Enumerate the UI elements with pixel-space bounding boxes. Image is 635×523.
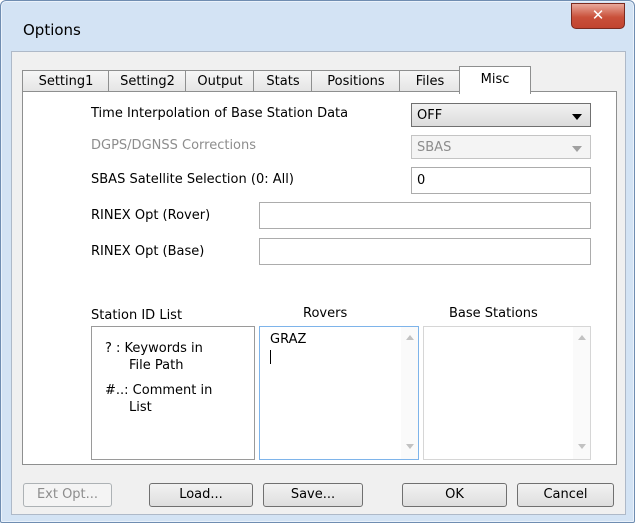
help-line1b: File Path	[129, 358, 184, 373]
tab-output[interactable]: Output	[185, 70, 255, 92]
tab-misc[interactable]: Misc	[459, 66, 531, 94]
time-interp-label: Time Interpolation of Base Station Data	[91, 106, 349, 121]
rinex-rover-label: RINEX Opt (Rover)	[91, 208, 211, 223]
tab-stats[interactable]: Stats	[253, 70, 313, 92]
tab-setting2[interactable]: Setting2	[108, 70, 187, 92]
scroll-down-icon[interactable]	[406, 444, 414, 449]
text-caret	[270, 350, 271, 364]
tab-positions[interactable]: Positions	[311, 70, 401, 92]
help-line2a: #..: Comment in	[105, 383, 213, 398]
title-bar[interactable]: Options ✕	[1, 1, 634, 51]
rovers-text: GRAZ	[270, 332, 307, 347]
rovers-label: Rovers	[303, 306, 348, 321]
dgps-select: SBAS	[411, 135, 591, 159]
rovers-textarea[interactable]: GRAZ	[259, 326, 419, 460]
scroll-down-icon[interactable]	[578, 444, 586, 449]
tab-setting1[interactable]: Setting1	[22, 70, 110, 92]
chevron-down-icon	[572, 146, 582, 152]
chevron-down-icon	[572, 114, 582, 120]
rinex-rover-input[interactable]	[259, 202, 591, 229]
sbas-label: SBAS Satellite Selection (0: All)	[91, 172, 294, 187]
help-line1a: ? : Keywords in	[105, 341, 203, 356]
time-interp-select[interactable]: OFF	[411, 103, 591, 127]
scroll-up-icon[interactable]	[578, 335, 586, 340]
help-line2b: List	[129, 400, 152, 415]
load-button[interactable]: Load...	[149, 483, 253, 507]
window-title: Options	[23, 21, 81, 39]
options-window: Options ✕ Setting1 Setting2 Output Stats…	[0, 0, 635, 523]
base-stations-label: Base Stations	[449, 306, 538, 321]
rovers-scrollbar[interactable]	[401, 327, 418, 459]
base-scrollbar[interactable]	[573, 327, 590, 459]
close-icon: ✕	[591, 6, 605, 24]
station-help-box: ? : Keywords in File Path #..: Comment i…	[91, 326, 255, 460]
save-button[interactable]: Save...	[263, 483, 363, 507]
dialog-client: Setting1 Setting2 Output Stats Positions…	[11, 51, 626, 515]
tab-files[interactable]: Files	[399, 70, 461, 92]
dgps-label: DGPS/DGNSS Corrections	[91, 138, 257, 153]
cancel-button[interactable]: Cancel	[517, 483, 614, 507]
ok-button[interactable]: OK	[402, 483, 507, 507]
close-button[interactable]: ✕	[571, 3, 625, 29]
ext-opt-button: Ext Opt...	[23, 483, 112, 507]
sbas-input[interactable]: 0	[411, 167, 591, 194]
rinex-base-input[interactable]	[259, 238, 591, 265]
rinex-base-label: RINEX Opt (Base)	[91, 244, 205, 259]
misc-panel: Time Interpolation of Base Station Data …	[22, 91, 617, 465]
station-list-label: Station ID List	[91, 308, 183, 323]
base-stations-textarea[interactable]	[423, 326, 591, 460]
scroll-up-icon[interactable]	[406, 335, 414, 340]
